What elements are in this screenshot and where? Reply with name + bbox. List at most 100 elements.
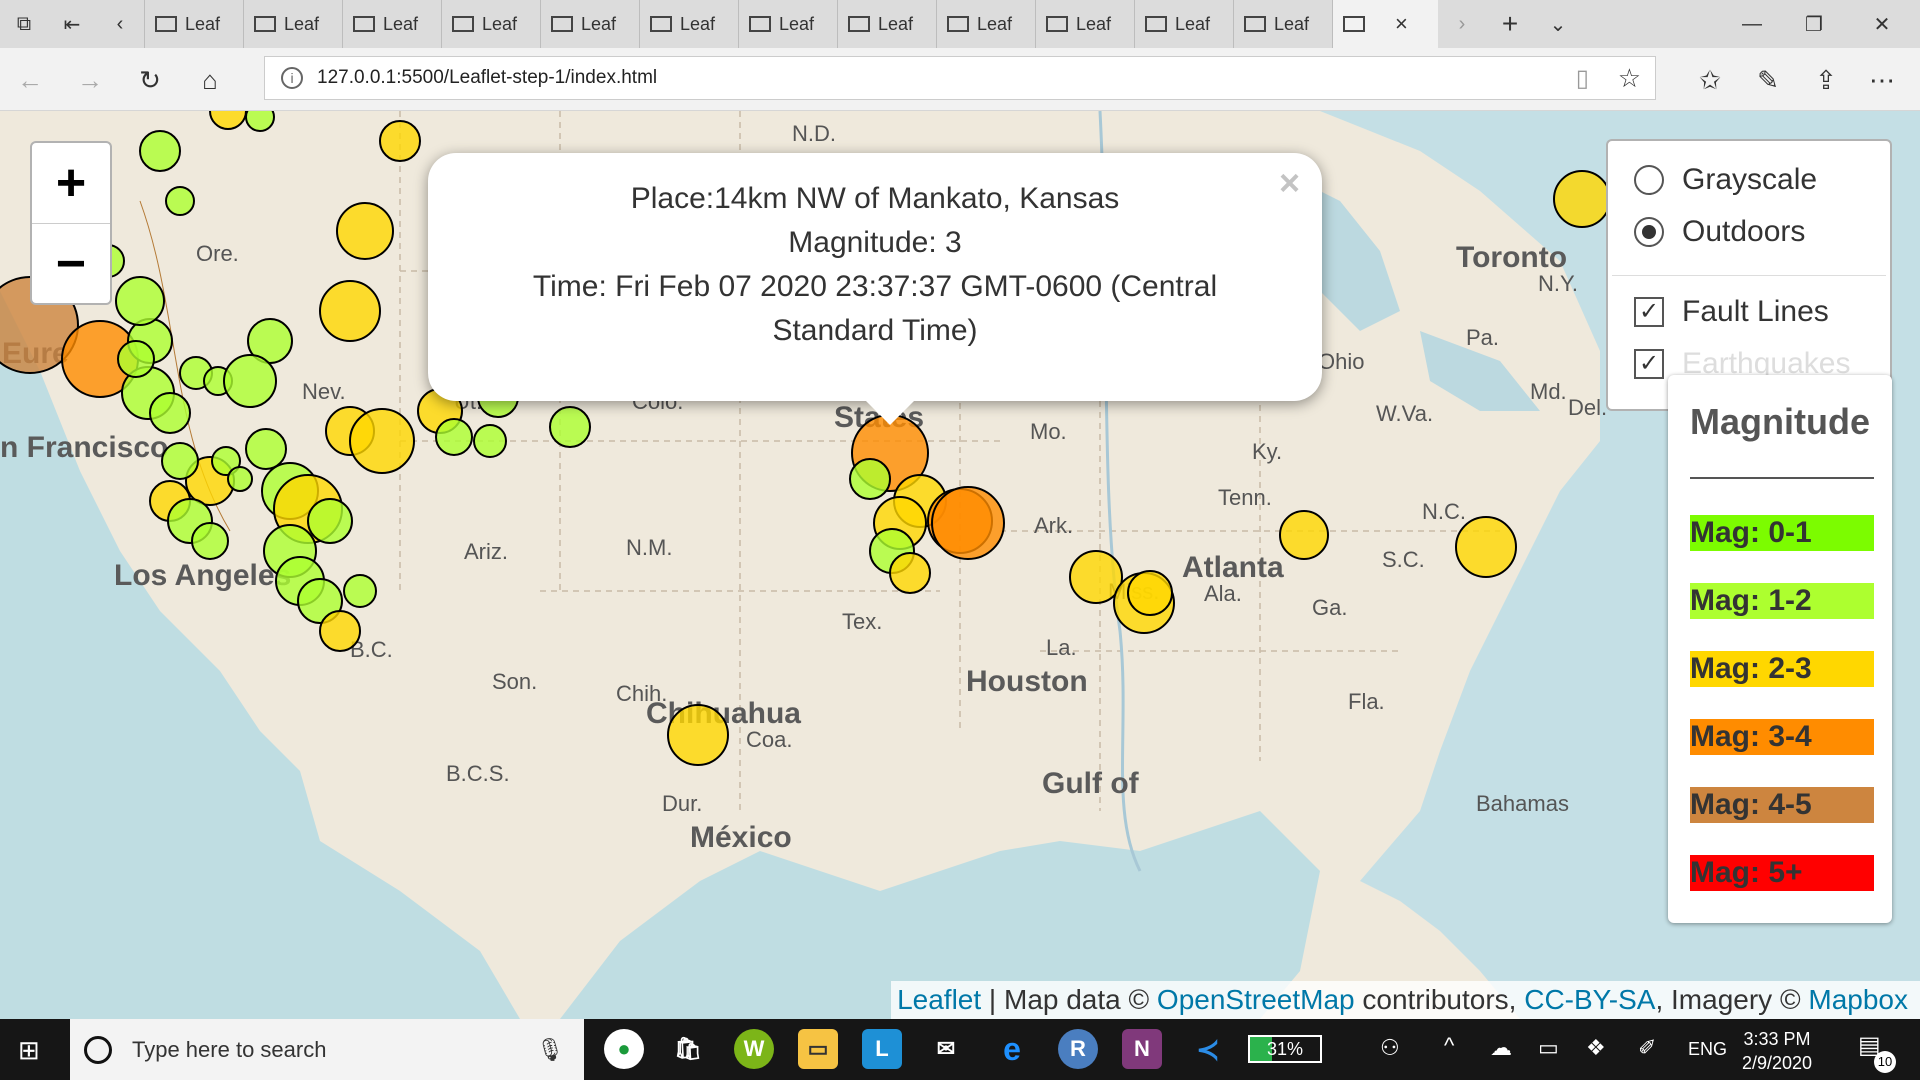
earthquake-marker[interactable]	[349, 408, 415, 474]
taskbar-search[interactable]: Type here to search 🎙	[70, 1019, 584, 1080]
app-l-icon[interactable]: L	[862, 1029, 902, 1069]
edge-icon[interactable]: e	[992, 1029, 1032, 1069]
scroll-tabs-right-icon[interactable]: ›	[1438, 0, 1486, 48]
onenote-icon[interactable]: N	[1122, 1029, 1162, 1069]
minimize-icon[interactable]: —	[1722, 0, 1782, 48]
earthquake-marker[interactable]	[343, 574, 377, 608]
address-field[interactable]: i 127.0.0.1:5500/Leaflet-step-1/index.ht…	[264, 56, 1656, 100]
refresh-icon[interactable]: ↻	[130, 60, 170, 100]
pen-icon[interactable]: ✎	[1748, 60, 1788, 100]
leaflet-map[interactable]: N.D.Ore.Euren FranciscoNev.Ut.DenverColo…	[0, 111, 1920, 1019]
more-menu-icon[interactable]: ⋯	[1862, 60, 1902, 100]
earthquake-marker[interactable]	[245, 111, 275, 132]
popup-close-icon[interactable]: ×	[1279, 161, 1300, 205]
search-placeholder[interactable]: Type here to search	[132, 1037, 326, 1063]
microphone-icon[interactable]: 🎙	[536, 1037, 564, 1063]
earthquake-marker[interactable]	[307, 498, 353, 544]
radio-outdoors[interactable]	[1634, 217, 1664, 247]
tab-2[interactable]: Leaf	[342, 0, 441, 48]
earthquake-marker[interactable]	[117, 340, 155, 378]
mapbox-link[interactable]: Mapbox	[1808, 984, 1908, 1015]
earthquake-marker[interactable]	[165, 186, 195, 216]
favorites-list-icon[interactable]: ✩	[1690, 60, 1730, 100]
checkbox-fault-lines[interactable]: ✓	[1634, 297, 1664, 327]
tab-3[interactable]: Leaf	[441, 0, 540, 48]
earthquake-marker[interactable]	[1127, 570, 1173, 616]
earthquake-marker[interactable]	[1455, 516, 1517, 578]
earthquake-marker[interactable]	[336, 202, 394, 260]
tab-8[interactable]: Leaf	[936, 0, 1035, 48]
tab-7[interactable]: Leaf	[837, 0, 936, 48]
new-tab-icon[interactable]: +	[1486, 0, 1534, 48]
dropbox-icon[interactable]: ❖	[1586, 1035, 1606, 1061]
layer-outdoors[interactable]: Outdoors	[1634, 215, 1805, 249]
language-indicator[interactable]: ENG	[1688, 1039, 1727, 1060]
earthquake-marker[interactable]	[379, 120, 421, 162]
checkbox-earthquakes[interactable]: ✓	[1634, 349, 1664, 379]
cortana-icon[interactable]	[84, 1035, 112, 1064]
close-tab-icon[interactable]: ×	[1395, 11, 1408, 37]
show-hidden-icons-icon[interactable]: ^	[1444, 1033, 1454, 1059]
r-icon[interactable]: R	[1058, 1029, 1098, 1069]
tab-actions-icon[interactable]: ⧉	[0, 0, 48, 48]
tab-active[interactable]: ×	[1332, 0, 1438, 48]
leaflet-link[interactable]: Leaflet	[897, 984, 981, 1015]
app-green-leaf-icon[interactable]: ●	[604, 1029, 644, 1069]
earthquake-marker[interactable]	[473, 424, 507, 458]
url-text[interactable]: 127.0.0.1:5500/Leaflet-step-1/index.html	[317, 67, 657, 89]
earthquake-marker[interactable]	[849, 458, 891, 500]
tab-1[interactable]: Leaf	[243, 0, 342, 48]
vscode-icon[interactable]: ≺	[1188, 1029, 1228, 1069]
earthquake-marker[interactable]	[319, 610, 361, 652]
earthquake-marker[interactable]	[245, 428, 287, 470]
earthquake-marker[interactable]	[161, 442, 199, 480]
tab-5[interactable]: Leaf	[639, 0, 738, 48]
earthquake-marker[interactable]	[1279, 510, 1329, 560]
onedrive-icon[interactable]: ☁	[1490, 1035, 1512, 1061]
mail-icon[interactable]: ✉	[926, 1029, 966, 1069]
zoom-out-button[interactable]: −	[32, 224, 110, 304]
earthquake-marker[interactable]	[667, 704, 729, 766]
share-icon[interactable]: ⇪	[1806, 60, 1846, 100]
earthquake-marker[interactable]	[227, 466, 253, 492]
reading-view-icon[interactable]: ▯	[1576, 64, 1589, 93]
earthquake-marker[interactable]	[149, 392, 191, 434]
tab-4[interactable]: Leaf	[540, 0, 639, 48]
radio-grayscale[interactable]	[1634, 165, 1664, 195]
zoom-in-button[interactable]: +	[32, 143, 110, 224]
earthquake-marker[interactable]	[139, 130, 181, 172]
back-icon[interactable]: ←	[10, 60, 50, 100]
earthquake-marker[interactable]	[115, 276, 165, 326]
earthquake-marker[interactable]	[209, 111, 247, 130]
set-aside-tabs-icon[interactable]: ⇤	[48, 0, 96, 48]
tab-10[interactable]: Leaf	[1134, 0, 1233, 48]
earthquake-marker[interactable]	[931, 486, 1005, 560]
pen-workspace-icon[interactable]: ✐	[1638, 1035, 1656, 1061]
file-explorer-icon[interactable]: ▭	[798, 1029, 838, 1069]
forward-icon[interactable]: →	[70, 60, 110, 100]
battery-indicator[interactable]: 31%	[1248, 1035, 1322, 1063]
close-window-icon[interactable]: ✕	[1852, 0, 1912, 48]
earthquake-marker[interactable]	[889, 552, 931, 594]
earthquake-marker[interactable]	[435, 418, 473, 456]
layer-grayscale[interactable]: Grayscale	[1634, 163, 1817, 197]
earthquake-marker[interactable]	[191, 522, 229, 560]
earthquake-marker[interactable]	[1553, 170, 1611, 228]
people-icon[interactable]: ⚇	[1380, 1035, 1400, 1061]
store-icon[interactable]: 🛍	[668, 1029, 708, 1069]
home-icon[interactable]: ⌂	[190, 60, 230, 100]
cc-link[interactable]: CC-BY-SA	[1524, 984, 1655, 1015]
favorite-star-icon[interactable]: ☆	[1618, 63, 1641, 94]
overlay-fault-lines[interactable]: ✓ Fault Lines	[1634, 295, 1829, 329]
osm-link[interactable]: OpenStreetMap	[1157, 984, 1355, 1015]
app-w-icon[interactable]: W	[734, 1029, 774, 1069]
scroll-tabs-left-icon[interactable]: ‹	[96, 0, 144, 48]
windows-start-icon[interactable]: ⊞	[18, 1035, 40, 1066]
tab-9[interactable]: Leaf	[1035, 0, 1134, 48]
tab-6[interactable]: Leaf	[738, 0, 837, 48]
earthquake-marker[interactable]	[223, 354, 277, 408]
clock[interactable]: 3:33 PM 2/9/2020	[1742, 1027, 1812, 1075]
tab-preview-chevron-icon[interactable]: ⌄	[1534, 0, 1582, 48]
restore-icon[interactable]: ❐	[1784, 0, 1844, 48]
earthquake-marker[interactable]	[319, 280, 381, 342]
